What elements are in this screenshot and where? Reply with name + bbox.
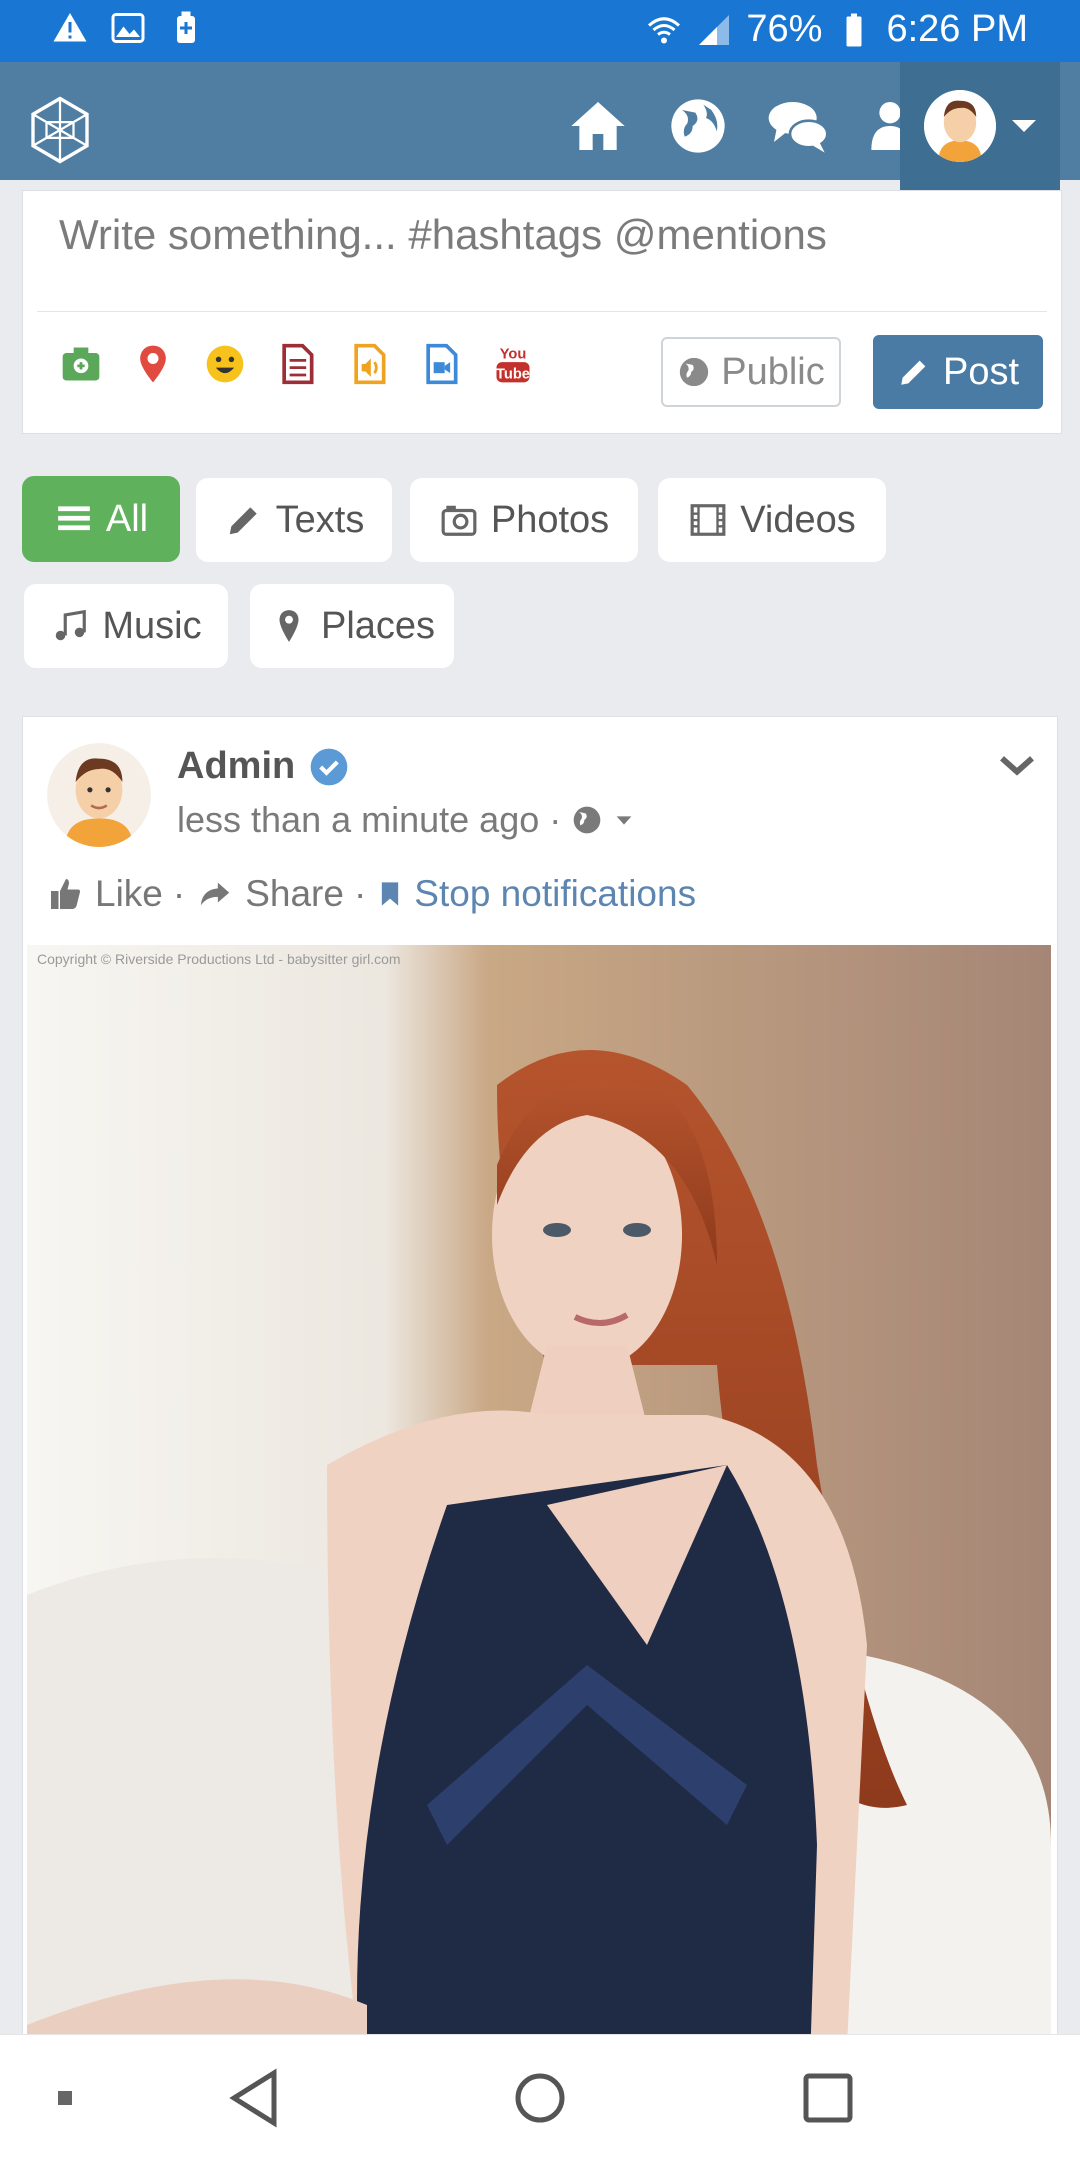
- post-card: Admin less than a minute ago · Like · Sh…: [22, 716, 1058, 2157]
- privacy-label: Public: [721, 350, 825, 393]
- filter-music[interactable]: Music: [24, 584, 228, 668]
- share-icon: [201, 882, 230, 906]
- battery-percent: 76%: [746, 8, 823, 50]
- music-note-icon: [56, 609, 87, 641]
- verified-badge-icon: [310, 748, 348, 785]
- share-button[interactable]: Share: [245, 873, 344, 915]
- audio-file-icon[interactable]: [347, 341, 391, 387]
- post-composer: Write something... #hashtags @mentions Y…: [22, 190, 1062, 434]
- system-nav-bar: [0, 2034, 1080, 2161]
- filter-label: Photos: [490, 498, 610, 541]
- image-icon: [111, 13, 145, 43]
- bookmark-icon: [382, 882, 399, 906]
- status-bar: 76% 6:26 PM: [0, 0, 1080, 62]
- pencil-icon: [901, 360, 926, 385]
- post-photo[interactable]: Copyright © Riverside Productions Ltd - …: [27, 945, 1051, 2157]
- globe-icon[interactable]: [571, 804, 603, 836]
- overview-icon[interactable]: [800, 2063, 856, 2133]
- post-time[interactable]: less than a minute ago ·: [177, 799, 561, 841]
- svg-text:You: You: [500, 347, 527, 363]
- post-author: Admin: [177, 745, 349, 788]
- filter-texts[interactable]: Texts: [196, 478, 392, 562]
- back-icon[interactable]: [226, 2063, 282, 2133]
- filter-label: Places: [320, 604, 436, 647]
- filter-all[interactable]: All: [22, 476, 180, 562]
- home-button-icon[interactable]: [512, 2063, 568, 2133]
- thumbs-up-icon: [51, 879, 80, 909]
- recent-dot-icon[interactable]: [56, 2063, 76, 2133]
- globe-icon: [680, 357, 709, 387]
- youtube-icon[interactable]: You Tube: [491, 341, 535, 387]
- filter-label: Texts: [275, 498, 365, 541]
- filter-places[interactable]: Places: [250, 584, 454, 668]
- network-logo-icon[interactable]: [24, 94, 96, 166]
- location-pin-icon[interactable]: [131, 341, 175, 387]
- photo-image: [27, 945, 1051, 2157]
- composer-divider: [37, 311, 1047, 312]
- composer-tools: You Tube: [59, 341, 535, 387]
- map-pin-icon: [279, 610, 299, 642]
- privacy-button[interactable]: Public: [661, 337, 841, 407]
- separator: ·: [353, 873, 367, 914]
- signal-icon: [699, 14, 730, 45]
- photo-watermark: Copyright © Riverside Productions Ltd - …: [37, 951, 401, 967]
- pencil-icon: [229, 507, 257, 535]
- post-actions: Like · Share · Stop notifications: [47, 873, 696, 915]
- nav-icon-group: [566, 94, 930, 158]
- chevron-down-icon[interactable]: [997, 745, 1037, 785]
- film-icon: [690, 504, 726, 536]
- clock: 6:26 PM: [886, 8, 1028, 50]
- author-name[interactable]: Admin: [177, 745, 295, 788]
- post-meta: less than a minute ago ·: [177, 799, 635, 841]
- author-avatar[interactable]: [47, 743, 151, 847]
- wifi-icon: [648, 16, 681, 43]
- document-icon[interactable]: [275, 341, 319, 387]
- separator: ·: [172, 873, 186, 914]
- avatar: [924, 90, 996, 162]
- user-menu-button[interactable]: [900, 62, 1060, 190]
- battery-saver-icon: [177, 11, 195, 43]
- filter-label: Videos: [740, 498, 856, 541]
- chevron-down-icon: [1012, 120, 1036, 132]
- stop-notifications-link[interactable]: Stop notifications: [414, 873, 696, 915]
- list-icon: [58, 506, 90, 531]
- chat-bubbles-icon[interactable]: [766, 94, 830, 158]
- svg-text:Tube: Tube: [496, 367, 530, 383]
- filter-videos[interactable]: Videos: [658, 478, 886, 562]
- filter-photos[interactable]: Photos: [410, 478, 638, 562]
- add-photo-icon[interactable]: [59, 341, 103, 387]
- filter-label: All: [105, 497, 149, 540]
- globe-icon[interactable]: [666, 94, 730, 158]
- video-file-icon[interactable]: [419, 341, 463, 387]
- post-label: Post: [942, 350, 1020, 393]
- home-icon[interactable]: [566, 94, 630, 158]
- emoji-icon[interactable]: [203, 341, 247, 387]
- battery-icon: [846, 13, 862, 46]
- camera-icon: [441, 505, 477, 536]
- post-button[interactable]: Post: [873, 335, 1043, 409]
- filter-label: Music: [102, 604, 202, 647]
- caret-down-icon[interactable]: [613, 809, 635, 831]
- like-button[interactable]: Like: [95, 873, 163, 915]
- composer-input[interactable]: Write something... #hashtags @mentions: [59, 211, 827, 259]
- warning-icon: [53, 13, 87, 42]
